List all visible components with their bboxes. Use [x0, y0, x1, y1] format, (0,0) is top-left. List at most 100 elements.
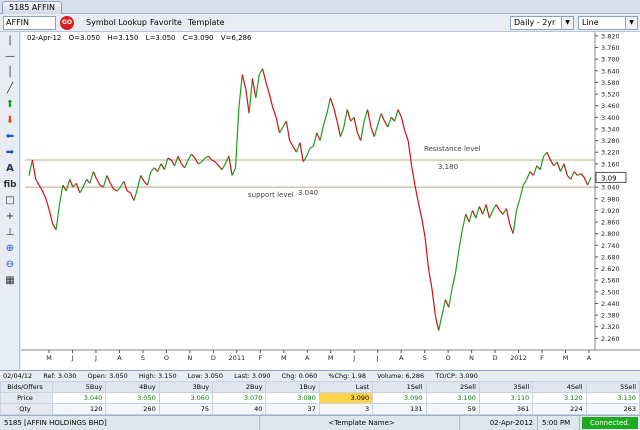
- crosshair-tool-icon[interactable]: +: [2, 210, 18, 224]
- zoom-in-tool-icon[interactable]: ⊕: [2, 242, 18, 256]
- depth-header-row: Bids/Offers 5Buy 4Buy 3Buy 2Buy 1Buy Las…: [0, 381, 640, 393]
- buy-price-cell[interactable]: 3.070: [212, 392, 267, 404]
- price-segment: [397, 109, 402, 118]
- horizontal-line-tool-icon[interactable]: —: [2, 50, 18, 64]
- template-menu[interactable]: Template: [188, 18, 225, 27]
- x-tick-label: F: [258, 354, 262, 362]
- y-tick-label: 3.520: [601, 91, 620, 99]
- quote-date: 02/04/12: [3, 372, 33, 380]
- price-segment: [123, 181, 128, 192]
- price-segment: [160, 163, 165, 170]
- support-value-label: 3.040: [298, 189, 318, 197]
- price-segment: [438, 314, 443, 331]
- symbol-lookup-menu[interactable]: Symbol Lookup: [86, 18, 147, 27]
- price-segment: [559, 163, 565, 172]
- price-segment: [329, 97, 335, 108]
- app-window: 5185 AFFIN AFFIN GO Symbol Lookup Favori…: [0, 0, 640, 430]
- price-segment: [221, 163, 226, 170]
- current-price-label: 3.09: [601, 174, 617, 182]
- fibonacci-tool-icon[interactable]: fib: [2, 178, 18, 192]
- price-segment: [55, 204, 61, 230]
- y-tick-label: 2.680: [601, 253, 620, 261]
- up-arrow-tool-icon[interactable]: ⬆: [2, 98, 18, 112]
- buy-qty-cell: 75: [158, 403, 214, 415]
- sell-price-cell[interactable]: 3.090: [372, 392, 427, 404]
- buy-price-cell[interactable]: 3.040: [51, 392, 107, 404]
- price-segment: [119, 181, 125, 188]
- support-label: support level: [248, 191, 294, 199]
- price-segment: [191, 153, 196, 159]
- cursor-tool-icon[interactable]: |: [2, 34, 18, 48]
- price-segment: [526, 171, 531, 180]
- price-segment: [333, 107, 338, 122]
- price-segment: [248, 78, 254, 114]
- price-segment: [79, 186, 84, 194]
- ohlc-readout: 02-Apr-12 O=3.050 H=3.150 L=3.050 C=3.09…: [27, 34, 256, 42]
- price-segment: [373, 124, 379, 137]
- zoom-out-tool-icon[interactable]: ⊖: [2, 258, 18, 272]
- vertical-line-tool-icon[interactable]: │: [2, 66, 18, 80]
- y-tick-label: 2.620: [601, 265, 620, 273]
- x-tick-label: A: [587, 354, 592, 362]
- price-segment: [279, 126, 284, 134]
- price-segment: [204, 155, 209, 159]
- depth-qty-row: Qty 120 260 75 40 37 3 131 59 361 224 26…: [0, 403, 640, 415]
- symbol-tab[interactable]: 5185 AFFIN: [2, 1, 62, 14]
- period-dropdown[interactable]: Daily - 2yr ▼: [510, 16, 574, 30]
- buy-price-cell[interactable]: 3.060: [158, 392, 214, 404]
- price-segment: [116, 186, 121, 192]
- symbol-input[interactable]: AFFIN: [3, 16, 56, 30]
- price-segment: [170, 159, 176, 167]
- price-segment: [72, 182, 77, 188]
- quote-ref: Ref: 3.030: [43, 372, 77, 380]
- price-segment: [570, 171, 575, 180]
- price-segment: [387, 117, 392, 128]
- depth-header-cell: 2Buy: [212, 381, 267, 393]
- price-segment: [539, 155, 545, 170]
- text-tool-icon[interactable]: A: [2, 162, 18, 176]
- price-chart[interactable]: 3.820 3.760 3.700 3.640 3.580 3.520 3.460 3.400…: [21, 32, 640, 370]
- sell-qty-cell: 361: [478, 403, 534, 415]
- price-segment: [265, 82, 270, 95]
- ohlc-volume: V=6,286: [220, 34, 252, 42]
- y-tick-label: 2.740: [601, 242, 620, 250]
- x-tick-label: M: [281, 354, 287, 362]
- price-segment: [262, 68, 267, 83]
- go-button[interactable]: GO: [60, 16, 74, 30]
- sell-price-cell[interactable]: 3.110: [478, 392, 534, 404]
- sell-price-cell[interactable]: 3.130: [585, 392, 640, 404]
- price-segment: [140, 175, 145, 182]
- depth-header-cell: 5Buy: [51, 381, 107, 393]
- price-segment: [214, 161, 220, 167]
- depth-qty-label: Qty: [0, 403, 53, 415]
- sell-price-cell[interactable]: 3.100: [425, 392, 480, 404]
- right-arrow-tool-icon[interactable]: ➡: [2, 146, 18, 160]
- drawing-toolbar: | — │ ╱ ⬆ ⬇ ⬅ ➡ A fib □ + ⊥ ⊕ ⊖ ▦: [0, 32, 20, 370]
- x-tick-label: M: [328, 354, 334, 362]
- sell-qty-cell: 263: [585, 403, 640, 415]
- down-arrow-tool-icon[interactable]: ⬇: [2, 114, 18, 128]
- price-segment: [82, 179, 88, 188]
- zoom-fit-tool-icon[interactable]: ▦: [2, 274, 18, 288]
- select-box-tool-icon[interactable]: □: [2, 194, 18, 208]
- price-segment: [268, 93, 274, 108]
- vertical-crosshair-tool-icon[interactable]: ⊥: [2, 226, 18, 240]
- buy-qty-cell: 40: [212, 403, 267, 415]
- buy-price-cell[interactable]: 3.080: [265, 392, 320, 404]
- favorite-menu[interactable]: Favorite: [150, 18, 182, 27]
- toolbar: AFFIN GO Symbol Lookup Favorite Template…: [0, 14, 640, 32]
- price-segment: [299, 142, 304, 163]
- y-tick-label: 2.860: [601, 219, 620, 227]
- sell-price-cell[interactable]: 3.120: [532, 392, 587, 404]
- buy-price-cell[interactable]: 3.050: [105, 392, 160, 404]
- depth-header-cell: 1Sell: [372, 381, 427, 393]
- y-tick-label: 2.260: [601, 335, 620, 343]
- chart-type-dropdown[interactable]: Line ▼: [578, 16, 638, 30]
- left-arrow-tool-icon[interactable]: ⬅: [2, 130, 18, 144]
- price-segment: [184, 159, 189, 168]
- price-segment: [295, 142, 301, 153]
- depth-price-label: Price: [0, 392, 53, 404]
- price-segment: [41, 190, 47, 199]
- price-segment: [465, 214, 470, 223]
- trend-line-tool-icon[interactable]: ╱: [2, 82, 18, 96]
